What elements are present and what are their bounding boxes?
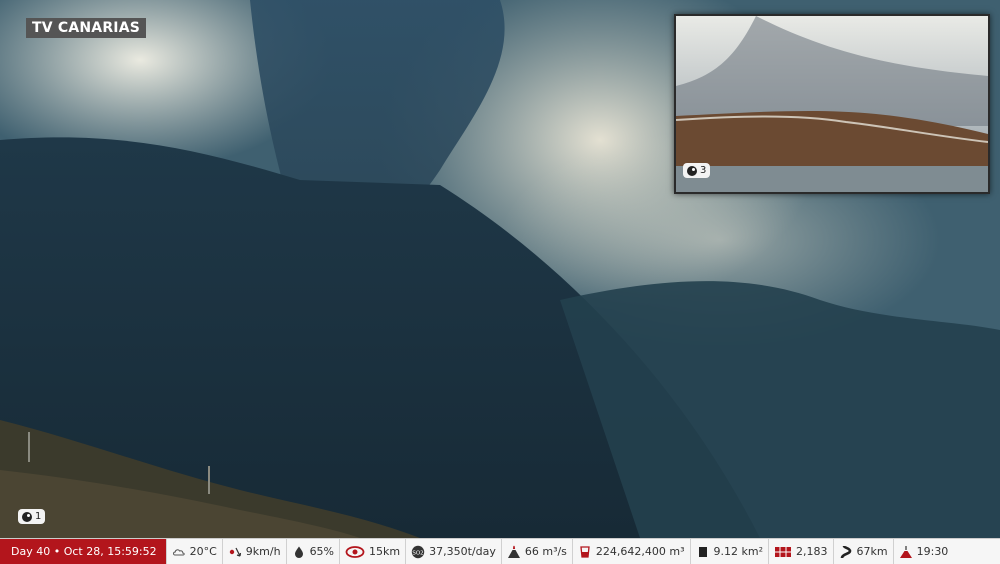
day-timestamp-badge: Day 40 • Oct 28, 15:59:52 — [0, 539, 166, 564]
road-value: 67km — [856, 545, 888, 558]
flow-cup-icon — [578, 545, 592, 559]
main-camera-badge[interactable]: 1 — [18, 509, 46, 524]
inset-camera-view[interactable]: 3 — [674, 14, 990, 194]
stream-frame: TV CANARIAS 1 3 Day 40 • Oct 28, 15:59:5… — [0, 0, 1000, 564]
main-camera-number: 1 — [35, 511, 42, 522]
humidity-drop-icon — [292, 545, 306, 559]
eye-icon — [345, 545, 365, 559]
buildings-value: 2,183 — [796, 545, 828, 558]
wind-icon — [228, 545, 242, 559]
so2-stat: SO2 37,350t/day — [405, 539, 501, 564]
temperature-stat: 20°C — [165, 539, 222, 564]
area-value: 9.12 km² — [713, 545, 764, 558]
wind-value: 9km/h — [245, 545, 281, 558]
status-bar: Day 40 • Oct 28, 15:59:52 20°C 9km/h 65%… — [0, 538, 1000, 564]
eruption-time-value: 19:30 — [916, 545, 949, 558]
area-stat: 9.12 km² — [689, 539, 768, 564]
so2-value: 37,350t/day — [429, 545, 496, 558]
so2-icon: SO2 — [411, 545, 425, 559]
humidity-stat: 65% — [285, 539, 339, 564]
visibility-value: 15km — [369, 545, 401, 558]
volcano-time-icon — [899, 545, 913, 559]
area-grid-icon — [774, 545, 792, 559]
channel-logo: TV CANARIAS — [26, 18, 147, 38]
road-stat: 67km — [832, 539, 893, 564]
volume-stat: 224,642,400 m³ — [571, 539, 690, 564]
humidity-value: 65% — [309, 545, 335, 558]
inset-camera-number: 3 — [700, 165, 707, 176]
volcano-camera-view: TV CANARIAS 1 3 — [0, 0, 1000, 538]
lava-flow-value: 66 m³/s — [524, 545, 567, 558]
svg-text:SO2: SO2 — [412, 550, 423, 556]
camera-icon — [687, 165, 697, 176]
road-icon — [839, 545, 853, 559]
inset-scene-image — [676, 16, 988, 192]
visibility-stat: 15km — [339, 539, 405, 564]
volume-block-icon — [696, 545, 710, 559]
lava-flow-stat: 66 m³/s — [500, 539, 572, 564]
volume-value: 224,642,400 m³ — [595, 545, 685, 558]
camera-icon — [22, 511, 32, 522]
cloud-icon — [172, 545, 186, 559]
buildings-stat: 2,183 — [768, 539, 833, 564]
temperature-value: 20°C — [189, 545, 217, 558]
inset-camera-badge: 3 — [683, 163, 711, 178]
eruption-time-stat: 19:30 — [892, 539, 954, 564]
wind-stat: 9km/h — [221, 539, 286, 564]
volcano-icon — [507, 545, 521, 559]
